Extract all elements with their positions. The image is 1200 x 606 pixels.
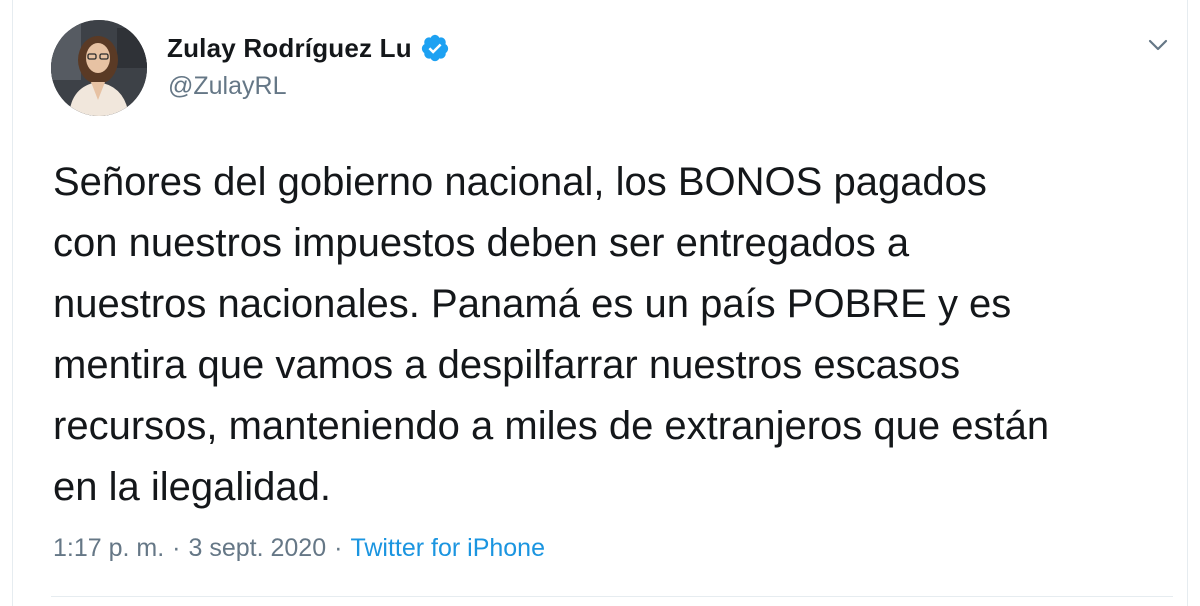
author-display-name[interactable]: Zulay Rodríguez Lu: [167, 33, 412, 64]
tweet-text-line: Señores del gobierno nacional, los BONOS…: [53, 160, 987, 204]
chevron-down-icon[interactable]: [1141, 28, 1175, 62]
author-handle[interactable]: @ZulayRL: [168, 72, 286, 101]
tweet-source-link[interactable]: Twitter for iPhone: [350, 534, 545, 563]
tweet-text-line: nuestros nacionales. Panamá es un país P…: [53, 282, 1012, 326]
tweet-text-line: recursos, manteniendo a miles de extranj…: [53, 404, 1050, 448]
avatar[interactable]: [51, 20, 147, 116]
tweet-meta: 1:17 p. m. · 3 sept. 2020 · Twitter for …: [53, 534, 545, 563]
tweet-text-line: con nuestros impuestos deben ser entrega…: [53, 221, 910, 265]
meta-separator: ·: [334, 534, 343, 562]
tweet-card: Zulay Rodríguez Lu @ZulayRL Señores del …: [12, 0, 1188, 606]
tweet-text: Señores del gobierno nacional, los BONOS…: [53, 152, 1183, 518]
tweet-time[interactable]: 1:17 p. m.: [53, 534, 164, 563]
tweet-date[interactable]: 3 sept. 2020: [189, 534, 327, 563]
tweet-text-line: mentira que vamos a despilfarrar nuestro…: [53, 343, 961, 387]
tweet-text-line: en la ilegalidad.: [53, 465, 331, 509]
divider: [51, 596, 1173, 597]
avatar-photo: [51, 20, 147, 116]
author-name-row[interactable]: Zulay Rodríguez Lu: [167, 32, 450, 64]
meta-separator: ·: [172, 534, 181, 562]
verified-badge-icon: [420, 33, 450, 63]
